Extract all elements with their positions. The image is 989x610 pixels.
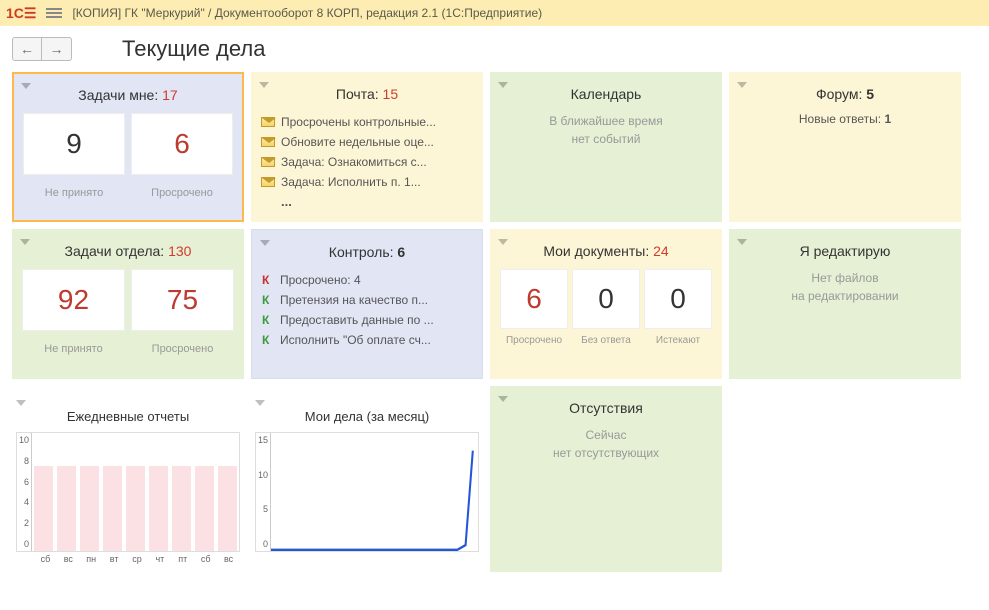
chart-title: Ежедневные отчеты [16,409,240,432]
control-item[interactable]: КИсполнить "Об оплате сч... [262,330,472,350]
mail-icon [261,117,275,127]
widget-count: 5 [866,86,874,102]
mail-item[interactable]: Просрочены контрольные... [261,112,473,132]
collapse-icon[interactable] [21,83,31,89]
collapse-icon[interactable] [737,239,747,245]
mail-item[interactable]: Задача: Ознакомиться с... [261,152,473,172]
nav-forward-button[interactable]: → [42,37,72,61]
control-item[interactable]: КПретензия на качество п... [262,290,472,310]
widget-forum[interactable]: Форум: 5 Новые ответы: 1 [729,72,961,222]
k-icon: К [262,333,274,347]
collapse-icon[interactable] [498,396,508,402]
stat-not-accepted[interactable]: 9 [23,113,125,175]
daily-reports-chart: 1086420 [16,432,240,552]
mail-item[interactable]: Обновите недельные оце... [261,132,473,152]
k-icon: К [262,273,274,287]
k-icon: К [262,293,274,307]
my-cases-chart: 151050 [255,432,479,552]
window-title: [КОПИЯ] ГК "Меркурий" / Документооборот … [72,6,542,20]
collapse-icon[interactable] [255,400,265,406]
page-title: Текущие дела [122,36,265,62]
k-icon: К [262,313,274,327]
stat-label: Не принято [23,181,125,199]
collapse-icon[interactable] [498,239,508,245]
stat-label: Не принято [22,337,125,355]
stat-label: Просрочено [131,181,233,199]
toolbar: ← → Текущие дела [0,26,989,72]
widget-count: 6 [397,244,405,260]
collapse-icon[interactable] [498,82,508,88]
widget-count: 17 [162,87,178,103]
widget-tasks-me[interactable]: Задачи мне: 17 9 6 Не принято Просрочено [12,72,244,222]
mail-icon [261,157,275,167]
logo-1c: 1C☰ [6,5,36,22]
widget-control[interactable]: Контроль: 6 КПросрочено: 4 КПретензия на… [251,229,483,379]
widget-title: Я редактирую [800,243,891,259]
collapse-icon[interactable] [20,239,30,245]
widget-title: Форум: [816,86,862,102]
chart-title: Мои дела (за месяц) [255,409,479,432]
collapse-icon[interactable] [737,82,747,88]
more-indicator[interactable]: ... [261,192,473,209]
collapse-icon[interactable] [260,240,270,246]
widget-title: Календарь [571,86,642,102]
mail-icon [261,137,275,147]
widget-title: Задачи отдела: [65,243,165,259]
empty-cell [729,386,961,572]
stat-label: Без ответа [572,335,640,346]
widget-count: 24 [653,243,669,259]
widget-editing[interactable]: Я редактирую Нет файловна редактировании [729,229,961,379]
widget-daily-reports[interactable]: Ежедневные отчеты 1086420 сбвспнвтсрчтпт… [12,386,244,572]
widget-calendar[interactable]: Календарь В ближайшее времянет событий [490,72,722,222]
doc-expiring[interactable]: 0 [644,269,712,329]
widget-count: 15 [383,86,399,102]
widget-tasks-dept[interactable]: Задачи отдела: 130 92 75 Не принято Прос… [12,229,244,379]
mail-item[interactable]: Задача: Исполнить п. 1... [261,172,473,192]
app-titlebar: 1C☰ [КОПИЯ] ГК "Меркурий" / Документообо… [0,0,989,26]
widget-absence[interactable]: Отсутствия Сейчаснет отсутствующих [490,386,722,572]
widget-my-documents[interactable]: Мои документы: 24 6 0 0 Просрочено Без о… [490,229,722,379]
menu-icon[interactable] [46,8,62,18]
stat-label: Просрочено [131,337,234,355]
control-item[interactable]: КПросрочено: 4 [262,270,472,290]
widget-title: Отсутствия [569,400,643,416]
stat-label: Истекают [644,335,712,346]
widget-my-cases[interactable]: Мои дела (за месяц) 151050 [251,386,483,572]
widget-title: Контроль: [329,244,394,260]
nav-buttons: ← → [12,37,72,61]
widget-title: Почта: [336,86,379,102]
nav-back-button[interactable]: ← [12,37,42,61]
doc-noanswer[interactable]: 0 [572,269,640,329]
widget-mail[interactable]: Почта: 15 Просрочены контрольные... Обно… [251,72,483,222]
stat-not-accepted[interactable]: 92 [22,269,125,331]
collapse-icon[interactable] [16,400,26,406]
mail-icon [261,177,275,187]
collapse-icon[interactable] [259,82,269,88]
stat-overdue[interactable]: 75 [131,269,234,331]
widget-title: Задачи мне: [78,87,158,103]
control-item[interactable]: КПредоставить данные по ... [262,310,472,330]
stat-label: Просрочено [500,335,568,346]
dashboard: Задачи мне: 17 9 6 Не принято Просрочено… [0,72,989,572]
doc-overdue[interactable]: 6 [500,269,568,329]
widget-title: Мои документы: [543,243,649,259]
widget-count: 130 [168,243,191,259]
stat-overdue[interactable]: 6 [131,113,233,175]
